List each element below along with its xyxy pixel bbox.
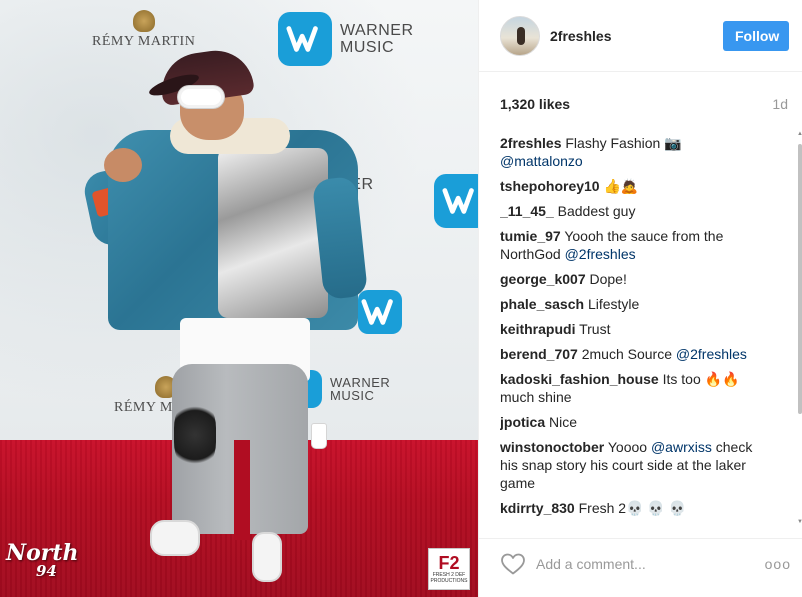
comment-text: Fresh 2💀 💀 💀 (578, 500, 687, 516)
hand (104, 148, 142, 182)
comment-mention[interactable]: @2freshles (565, 246, 636, 262)
add-comment-input[interactable] (536, 551, 765, 576)
comment-username[interactable]: _11_45_ (500, 203, 554, 219)
follow-button[interactable]: Follow (723, 20, 789, 51)
heart-outline-icon[interactable] (500, 552, 526, 576)
comment-item: _11_45_ Baddest guy (500, 202, 766, 220)
tiger-print (174, 400, 216, 470)
comment-text: Flashy Fashion 📷 (565, 135, 682, 151)
comment-item: george_k007 Dope! (500, 270, 766, 288)
comment-text: Yoooo (607, 439, 648, 455)
comment-item: berend_707 2much Source @2freshles (500, 345, 766, 363)
white-sunglasses (178, 86, 224, 108)
north94-watermark: North 94 (6, 540, 79, 580)
leg-gap (234, 440, 250, 540)
metallic-back-panel (218, 148, 328, 318)
comment-mention[interactable]: @mattalonzo (500, 153, 583, 169)
comment-item: phale_sasch Lifestyle (500, 295, 766, 313)
comment-username[interactable]: tshepohorey10 (500, 178, 600, 194)
more-options-icon[interactable]: ooo (765, 556, 791, 572)
comment-item: tshepohorey10 👍🙇 (500, 177, 766, 195)
comment-footer: ooo (479, 538, 802, 588)
scroll-up-arrow-icon[interactable]: ▲ (797, 130, 802, 138)
fresh2def-watermark: F2 FRESH 2 DEF PRODUCTIONS (428, 548, 470, 590)
comment-username[interactable]: berend_707 (500, 346, 578, 362)
likes-row: 1,320 likes 1d (500, 96, 788, 112)
comment-username[interactable]: kdirrty_830 (500, 500, 575, 516)
comment-item: jpotica Nice (500, 413, 766, 431)
comments-list[interactable]: 2freshles Flashy Fashion 📷 @mattalonzo t… (500, 134, 766, 528)
comments-scrollbar[interactable]: ▲ ▼ (797, 130, 802, 530)
post-header: 2freshles Follow (479, 0, 802, 72)
comment-username[interactable]: tumie_97 (500, 228, 561, 244)
comment-text: Nice (549, 414, 578, 430)
post-age[interactable]: 1d (772, 96, 788, 112)
comment-username[interactable]: phale_sasch (500, 296, 584, 312)
post-photo[interactable]: RÉMY MARTIN WARNER MUSIC WARNER MUSIC RÉ… (0, 0, 478, 597)
scroll-down-arrow-icon[interactable]: ▼ (797, 518, 802, 526)
comment-mention[interactable]: @awrxiss (651, 439, 712, 455)
avatar[interactable] (500, 15, 540, 56)
comment-item: kadoski_fashion_house Its too 🔥🔥 much sh… (500, 370, 766, 406)
person-figure (0, 0, 478, 597)
comment-username[interactable]: george_k007 (500, 271, 586, 287)
right-sneaker (252, 532, 282, 582)
post-side-panel: 2freshles Follow 1,320 likes 1d 2freshle… (478, 0, 802, 597)
likes-count[interactable]: 1,320 likes (500, 96, 570, 112)
comment-item: kdirrty_830 Fresh 2💀 💀 💀 (500, 499, 766, 517)
scrollbar-thumb[interactable] (798, 144, 802, 414)
left-sneaker (150, 520, 200, 556)
comment-text: Dope! (589, 271, 627, 287)
comment-text: 2much Source (581, 346, 672, 362)
comment-username[interactable]: jpotica (500, 414, 545, 430)
comment-item: tumie_97 Yoooh the sauce from the NorthG… (500, 227, 766, 263)
comment-text: Baddest guy (557, 203, 636, 219)
comment-username[interactable]: winstonoctober (500, 439, 604, 455)
comment-item: winstonoctober Yoooo @awrxiss check his … (500, 438, 766, 492)
comment-text: Lifestyle (587, 296, 640, 312)
comment-item: 2freshles Flashy Fashion 📷 @mattalonzo (500, 134, 766, 170)
instagram-post: RÉMY MARTIN WARNER MUSIC WARNER MUSIC RÉ… (0, 0, 802, 597)
post-username[interactable]: 2freshles (550, 28, 723, 44)
comment-mention[interactable]: @2freshles (676, 346, 747, 362)
comment-item: keithrapudi Trust (500, 320, 766, 338)
comment-username[interactable]: 2freshles (500, 135, 561, 151)
comment-username[interactable]: keithrapudi (500, 321, 575, 337)
paper-cup (312, 424, 326, 448)
comment-username[interactable]: kadoski_fashion_house (500, 371, 659, 387)
comment-text: Trust (579, 321, 611, 337)
comment-text: 👍🙇 (603, 178, 639, 194)
